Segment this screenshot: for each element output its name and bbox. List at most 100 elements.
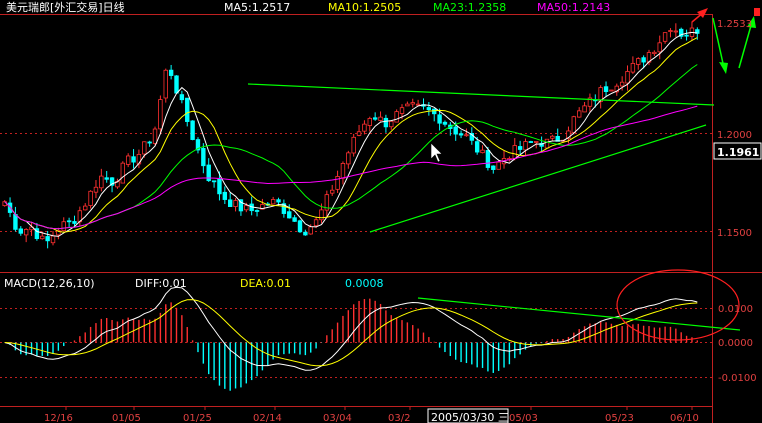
candle (684, 29, 689, 41)
date-tick-label: 05/03 (509, 413, 538, 423)
forecast-arrows[interactable] (691, 8, 760, 74)
candle (56, 227, 61, 240)
candle (662, 32, 668, 44)
candle (93, 180, 99, 199)
candle (131, 149, 136, 169)
candle (673, 23, 679, 37)
date-tick-label: 01/05 (112, 413, 141, 423)
candle (190, 120, 195, 141)
candle (501, 150, 507, 169)
candle (29, 222, 34, 236)
candle-body (405, 103, 410, 107)
ma5-label: MA5:1.2517 (224, 1, 290, 14)
candle (657, 35, 662, 60)
candle-body (190, 120, 195, 140)
candle-body (227, 199, 233, 207)
candle-body (474, 141, 480, 153)
candle (125, 153, 131, 168)
macd-name: MACD(12,26,10) (4, 277, 95, 290)
candle-body (147, 141, 152, 144)
candle (378, 111, 383, 122)
candle-body (308, 226, 313, 235)
macd-diff: DIFF:0.01 (135, 277, 187, 290)
candle-body (437, 114, 442, 124)
candle (195, 137, 201, 154)
forex-chart[interactable]: 美元瑞郎[外汇交易]日线 MA5:1.2517 MA10:1.2505 MA23… (0, 0, 762, 423)
candle (61, 217, 66, 232)
candle-body (399, 107, 405, 114)
date-tick-label: 12/16 (44, 413, 73, 423)
candle (630, 56, 636, 74)
candle (362, 120, 367, 135)
candle (544, 138, 550, 149)
candle-body (485, 150, 491, 168)
candle-body (410, 102, 415, 105)
ma50-label: MA50:1.2143 (537, 1, 610, 14)
candle-body (158, 99, 163, 130)
candle (227, 192, 233, 207)
candle (88, 190, 93, 209)
candle (528, 140, 534, 143)
candle-body (576, 110, 582, 118)
candle (415, 99, 421, 106)
support-trendline[interactable] (369, 124, 707, 233)
resistance-trendline[interactable] (247, 83, 715, 106)
candle (625, 65, 630, 91)
candle-body (244, 205, 249, 211)
candle-body (351, 136, 356, 154)
candle-body (313, 219, 319, 227)
candle-body (99, 175, 104, 189)
candle (609, 89, 614, 92)
candle (23, 228, 29, 243)
candle-body (652, 51, 657, 54)
price-tick-1.15: 1.1500 (717, 228, 752, 239)
candle (351, 133, 356, 157)
price-tick-high: 1.2533 (717, 19, 752, 30)
candle-body (389, 120, 394, 128)
candle (346, 150, 351, 169)
macd-trendline[interactable] (417, 297, 741, 331)
date-tick-label: 02/14 (253, 413, 282, 423)
arrow-down-green-icon (719, 62, 728, 74)
candle-body (673, 30, 679, 33)
candle (50, 231, 56, 246)
candle-body (544, 138, 550, 149)
candle (410, 98, 415, 108)
candle (576, 107, 582, 118)
candle (99, 168, 104, 192)
diff-line (4, 286, 698, 371)
candle-body (619, 81, 625, 87)
candle-body (13, 214, 18, 230)
candle-body (662, 32, 668, 42)
macd-tick-0: 0.0000 (718, 338, 753, 349)
macd-value: 0.0008 (345, 277, 384, 290)
candle-body (104, 177, 109, 180)
ma50-line (4, 105, 698, 230)
mouse-pointer-icon (430, 142, 443, 163)
date-tick-label: 05/23 (605, 413, 634, 423)
candle-body (185, 97, 190, 122)
candle (356, 124, 362, 137)
candle-body (394, 111, 399, 123)
candle-body (201, 148, 206, 167)
candle-body (383, 117, 389, 128)
marker-icon (754, 8, 760, 16)
ma10-label: MA10:1.2505 (328, 1, 401, 14)
candle-body (340, 163, 346, 179)
candle-body (609, 89, 614, 92)
candle (168, 64, 174, 80)
candle (372, 112, 378, 121)
candle-body (464, 134, 469, 137)
candle (550, 134, 555, 141)
candle (147, 140, 152, 147)
candle-body (668, 30, 673, 32)
candle (517, 140, 523, 155)
candle (340, 161, 346, 185)
candle (297, 219, 303, 233)
candle-body (346, 152, 351, 165)
candle (679, 27, 684, 40)
candle (367, 116, 372, 132)
candle (426, 101, 432, 116)
candle (523, 138, 528, 157)
ma23-label: MA23:1.2358 (433, 1, 506, 14)
